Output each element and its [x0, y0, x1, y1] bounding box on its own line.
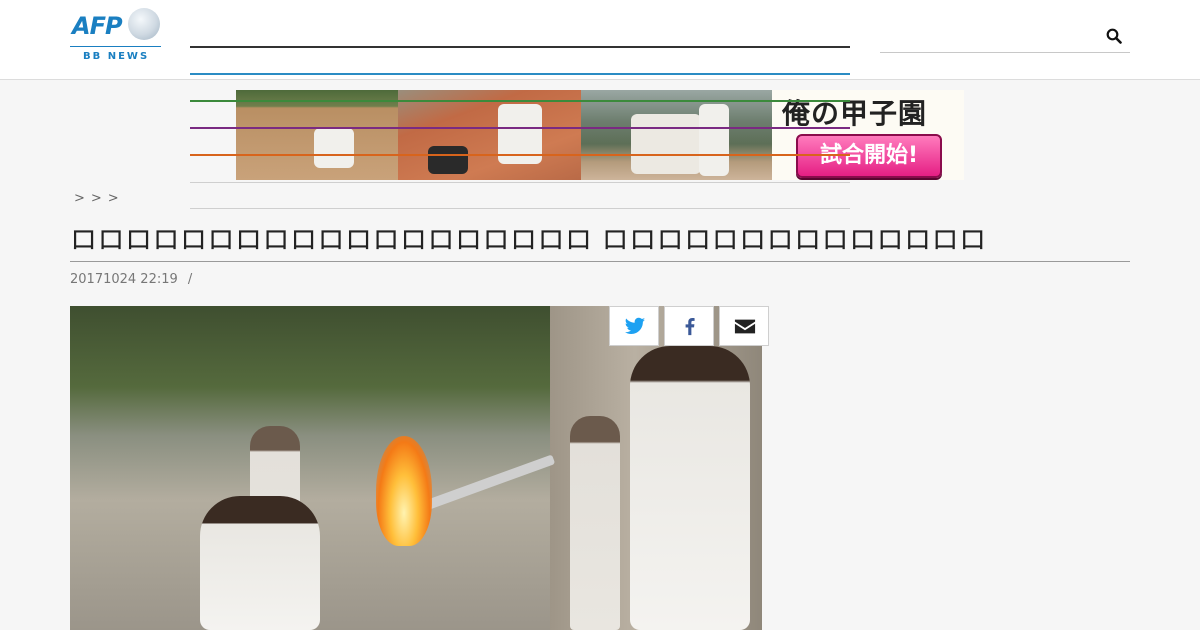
article-photo[interactable] — [70, 306, 762, 630]
photo-kneeling-priestess — [200, 496, 320, 630]
mail-icon — [734, 319, 756, 334]
ad-title-panel: 俺の甲子園 試合開始! — [772, 90, 964, 180]
article-meta: 20171024 22:19 / — [70, 272, 192, 287]
nav-bar-secondary[interactable] — [190, 73, 850, 75]
breadcrumb[interactable]: >>> — [74, 191, 125, 206]
site-header: AFP BB NEWS — [0, 0, 1200, 80]
share-facebook-button[interactable] — [664, 306, 714, 346]
photo-attendant — [570, 416, 620, 630]
photo-flame — [376, 436, 432, 546]
globe-icon — [128, 8, 160, 40]
ad-start-button[interactable]: 試合開始! — [796, 134, 942, 178]
headline-divider — [70, 261, 1130, 262]
category-bar-purple[interactable] — [190, 127, 850, 129]
logo-wordmark: AFP — [72, 12, 123, 40]
category-bar-orange[interactable] — [190, 154, 850, 156]
ad-photo-baseball-3 — [581, 90, 772, 180]
share-mail-button[interactable] — [719, 306, 769, 346]
ad-photo-baseball-1 — [236, 90, 398, 180]
ad-photo-baseball-2 — [398, 90, 581, 180]
ad-banner[interactable]: 俺の甲子園 試合開始! — [236, 90, 964, 180]
logo-divider — [70, 46, 161, 47]
meta-separator: / — [187, 272, 193, 287]
search-icon[interactable] — [1106, 28, 1122, 44]
photo-priestess — [630, 346, 750, 630]
photo-torch — [420, 454, 556, 512]
divider — [190, 208, 850, 209]
share-twitter-button[interactable] — [609, 306, 659, 346]
afpbb-logo[interactable]: AFP BB NEWS — [70, 8, 162, 66]
publish-date: 20171024 22:19 — [70, 272, 178, 287]
logo-subtitle: BB NEWS — [83, 51, 150, 62]
nav-bar-primary[interactable] — [190, 46, 850, 48]
search-input[interactable] — [880, 20, 1130, 53]
page-title: ロロロロロロロロロロロロロロロロロロロ ロロロロロロロロロロロロロロ — [70, 225, 987, 256]
category-bar-green[interactable] — [190, 100, 850, 102]
ad-title: 俺の甲子園 — [782, 97, 928, 130]
facebook-icon — [685, 318, 695, 336]
twitter-icon — [624, 317, 646, 334]
divider — [190, 182, 850, 183]
